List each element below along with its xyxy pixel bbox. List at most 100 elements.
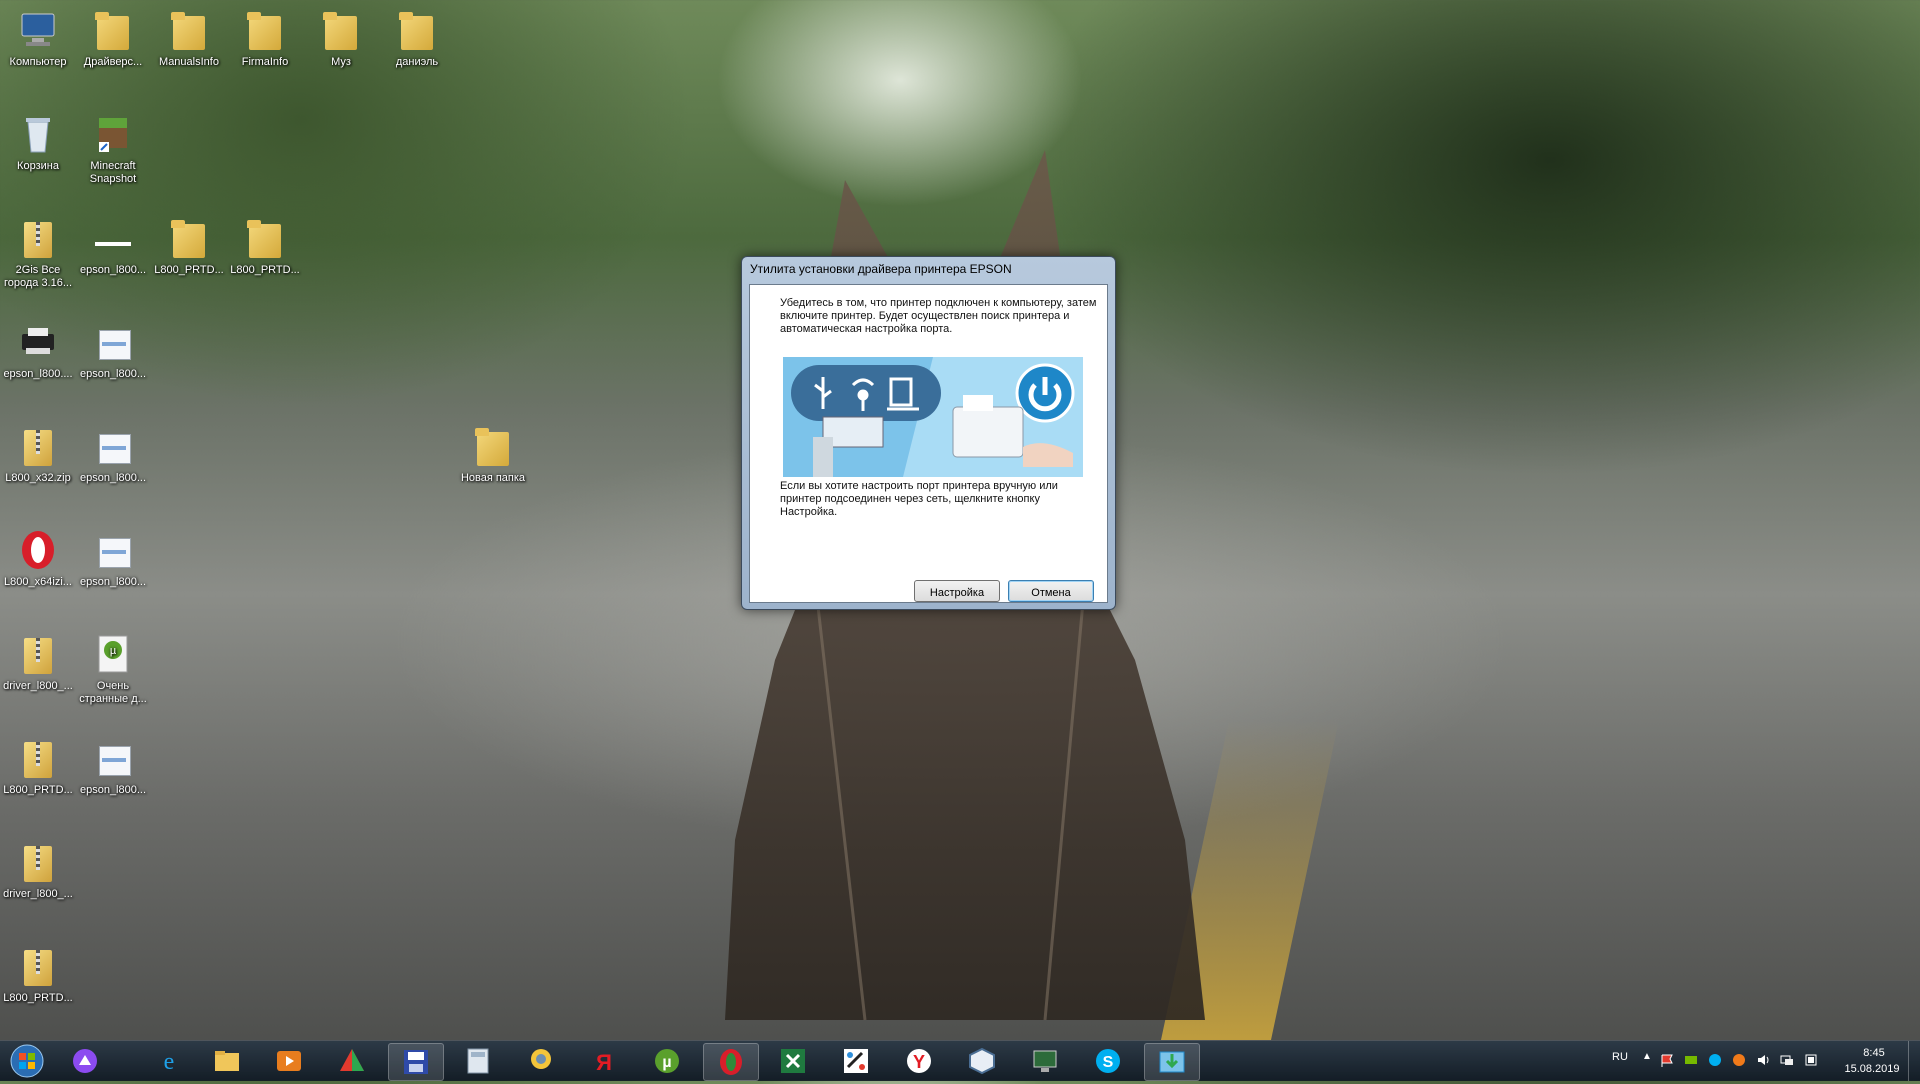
- cancel-button[interactable]: Отмена: [1008, 580, 1094, 602]
- desktop-icon-label: epson_l800...: [79, 576, 147, 588]
- desktop-icon-drivers[interactable]: Драйверс...: [75, 8, 151, 69]
- desktop-icon-epson-1[interactable]: epson_l800...: [75, 216, 151, 277]
- svg-text:µ: µ: [662, 1054, 671, 1071]
- taskbar-yandex[interactable]: Я: [577, 1043, 631, 1079]
- epson-installer-dialog: Утилита установки драйвера принтера EPSO…: [741, 256, 1116, 610]
- taskbar-ie[interactable]: e: [142, 1043, 196, 1079]
- taskbar-skype[interactable]: S: [1081, 1043, 1135, 1079]
- desktop-icon-label: epson_l800...: [79, 264, 147, 276]
- torrent-icon: µ: [91, 632, 135, 676]
- desktop-icon-muz[interactable]: Муз: [303, 8, 379, 69]
- desktop-icon-l800-prtd-3[interactable]: L800_PRTD...: [0, 736, 76, 797]
- taskbar-media-player[interactable]: [262, 1043, 316, 1079]
- network-icon[interactable]: [1780, 1053, 1794, 1067]
- desktop-icon-l800-x32[interactable]: L800_x32.zip: [0, 424, 76, 485]
- taskbar-explorer[interactable]: [200, 1043, 254, 1079]
- desktop-icon-minecraft[interactable]: Minecraft Snapshot: [75, 112, 151, 186]
- opera-icon: [16, 528, 60, 572]
- desktop-icon-new-folder[interactable]: Новая папка: [455, 424, 531, 485]
- paint-icon: [844, 1049, 868, 1073]
- desktop-icon-label: driver_l800_...: [3, 680, 73, 692]
- desktop-icon-epson-printer[interactable]: epson_l800....: [0, 320, 76, 381]
- skype-tray-icon[interactable]: [1708, 1053, 1722, 1067]
- folder-icon: [243, 216, 287, 260]
- show-desktop-button[interactable]: [1908, 1041, 1920, 1081]
- desktop-icon-epson-2[interactable]: epson_l800...: [75, 320, 151, 381]
- taskbar-picasa[interactable]: [325, 1043, 379, 1079]
- desktop-icon-2gis[interactable]: 2Gis Все города 3.16...: [0, 216, 76, 290]
- desktop-icon-l800-prtd-1[interactable]: L800_PRTD...: [151, 216, 227, 277]
- svg-text:Y: Y: [913, 1052, 925, 1072]
- taskbar: e Я µ Y S RU ▲ 8:45 15.08.2019: [0, 1040, 1920, 1081]
- monitor-icon: [1033, 1050, 1057, 1072]
- folder-icon: [319, 8, 363, 52]
- desktop-icon-firmainfo[interactable]: FirmaInfo: [227, 8, 303, 69]
- desktop-icon-driver-1[interactable]: driver_l800_...: [0, 632, 76, 693]
- desktop-icon-recycle-bin[interactable]: Корзина: [0, 112, 76, 173]
- desktop-icon-l800-prtd-2[interactable]: L800_PRTD...: [227, 216, 303, 277]
- desktop-icon-label: Новая папка: [460, 472, 526, 484]
- calculator-icon: [467, 1048, 489, 1074]
- document-icon: [91, 424, 135, 468]
- taskbar-utorrent[interactable]: µ: [640, 1043, 694, 1079]
- desktop-icon-epson-3[interactable]: epson_l800...: [75, 424, 151, 485]
- desktop-icon-manualsinfo[interactable]: ManualsInfo: [151, 8, 227, 69]
- desktop-icon-torrent[interactable]: µ Очень странные д...: [75, 632, 151, 706]
- desktop-icon-driver-2[interactable]: driver_l800_...: [0, 840, 76, 901]
- clock-time[interactable]: 8:45: [1844, 1047, 1904, 1059]
- cube-icon: [969, 1047, 995, 1075]
- volume-icon[interactable]: [1756, 1053, 1770, 1067]
- svg-text:S: S: [1103, 1054, 1114, 1071]
- taskbar-save-disk[interactable]: [388, 1043, 444, 1081]
- desktop-icon-label: FirmaInfo: [241, 56, 289, 68]
- avast-icon[interactable]: [1732, 1053, 1746, 1067]
- desktop-icon-label: Компьютер: [9, 56, 67, 68]
- desktop-icon-label: epson_l800...: [79, 784, 147, 796]
- desktop-icon-l800-x64[interactable]: L800_x64izi...: [0, 528, 76, 589]
- svg-text:µ: µ: [110, 645, 117, 657]
- windows-logo-icon: [10, 1044, 44, 1078]
- dialog-message-manual: Если вы хотите настроить порт принтера в…: [780, 480, 1058, 518]
- folder-icon: [91, 8, 135, 52]
- taskbar-paint[interactable]: [829, 1043, 883, 1079]
- desktop-icon-label: Драйверс...: [83, 56, 143, 68]
- settings-button[interactable]: Настройка: [914, 580, 1000, 602]
- taskbar-opera[interactable]: [703, 1043, 759, 1081]
- document-icon: [91, 320, 135, 364]
- desktop-icon-label: L800_PRTD...: [154, 264, 224, 276]
- start-button[interactable]: [4, 1043, 50, 1079]
- taskbar-chat[interactable]: [514, 1043, 568, 1079]
- desktop-icon-daniel[interactable]: даниэль: [379, 8, 455, 69]
- zip-icon: [16, 736, 60, 780]
- ie-icon: e: [164, 1049, 175, 1075]
- skype-icon: S: [1096, 1049, 1120, 1073]
- taskbar-cube[interactable]: [955, 1043, 1009, 1079]
- clock-date[interactable]: 15.08.2019: [1836, 1063, 1908, 1075]
- desktop-icon-epson-5[interactable]: epson_l800...: [75, 736, 151, 797]
- taskbar-monitor[interactable]: [1018, 1043, 1072, 1079]
- taskbar-installer[interactable]: [1144, 1043, 1200, 1081]
- desktop-icon-label: L800_x32.zip: [5, 472, 71, 484]
- taskbar-yandex-browser[interactable]: Y: [892, 1043, 946, 1079]
- computer-icon: [16, 8, 60, 52]
- printer-icon: [16, 320, 60, 364]
- document-icon: [91, 736, 135, 780]
- language-indicator[interactable]: RU: [1612, 1051, 1628, 1063]
- desktop-icon-label: Очень странные д...: [79, 680, 147, 705]
- power-tray-icon[interactable]: [1804, 1053, 1818, 1067]
- desktop-icon-label: epson_l800....: [3, 368, 73, 380]
- nvidia-icon[interactable]: [1684, 1053, 1698, 1067]
- dialog-body: Убедитесь в том, что принтер подключен к…: [749, 284, 1108, 603]
- minecraft-icon: [91, 112, 135, 156]
- desktop-icon-computer[interactable]: Компьютер: [0, 8, 76, 69]
- taskbar-assistant[interactable]: [58, 1043, 112, 1079]
- desktop-icon-epson-4[interactable]: epson_l800...: [75, 528, 151, 589]
- taskbar-excel[interactable]: [766, 1043, 820, 1079]
- excel-icon: [781, 1049, 805, 1073]
- recycle-bin-icon: [16, 112, 60, 156]
- action-center-flag-icon[interactable]: [1660, 1053, 1674, 1067]
- desktop-icon-l800-prtd-4[interactable]: L800_PRTD...: [0, 944, 76, 1005]
- show-hidden-icons-button[interactable]: ▲: [1642, 1051, 1652, 1062]
- taskbar-calculator[interactable]: [451, 1043, 505, 1079]
- zip-icon: [16, 216, 60, 260]
